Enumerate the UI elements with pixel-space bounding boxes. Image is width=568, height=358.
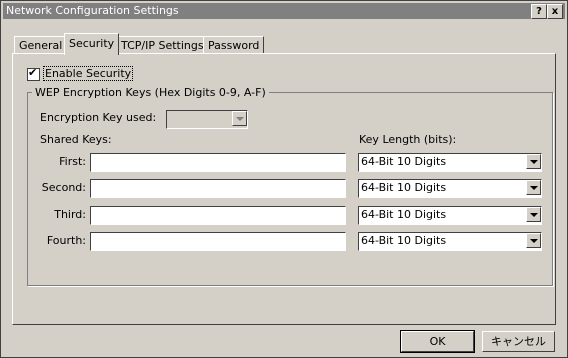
encryption-key-used-label: Encryption Key used:: [40, 111, 157, 124]
chevron-down-icon: [530, 160, 538, 164]
wep-keys-group-title: WEP Encryption Keys (Hex Digits 0-9, A-F…: [32, 86, 269, 99]
close-button[interactable]: x: [547, 4, 563, 19]
encryption-key-dropdown-button: [232, 111, 247, 126]
first-key-length-value: 64-Bit 10 Digits: [361, 155, 447, 168]
fourth-key-length-dropdown-button[interactable]: [526, 233, 541, 248]
fourth-key-input[interactable]: [91, 233, 345, 250]
first-key-length-dropdown-button[interactable]: [526, 154, 541, 169]
checkmark-icon: ✔: [28, 66, 38, 79]
second-key-field[interactable]: [90, 179, 346, 198]
third-key-length-value: 64-Bit 10 Digits: [361, 208, 447, 221]
encryption-key-used-select: [166, 110, 248, 129]
tab-general[interactable]: General: [14, 36, 68, 54]
third-key-length-dropdown-button[interactable]: [526, 207, 541, 222]
title-bar[interactable]: Network Configuration Settings ? x: [3, 3, 565, 19]
cancel-button[interactable]: キャンセル: [482, 331, 555, 352]
tab-security[interactable]: Security: [64, 33, 120, 55]
first-key-field[interactable]: [90, 153, 346, 172]
second-key-length-select[interactable]: 64-Bit 10 Digits: [358, 179, 542, 198]
third-key-length-select[interactable]: 64-Bit 10 Digits: [358, 206, 542, 225]
ok-button[interactable]: OK: [400, 330, 475, 353]
second-key-input[interactable]: [91, 180, 345, 197]
fourth-key-label: Fourth:: [46, 234, 86, 247]
first-key-input[interactable]: [91, 154, 345, 171]
chevron-down-icon: [530, 186, 538, 190]
third-key-field[interactable]: [90, 206, 346, 225]
chevron-down-icon: [530, 213, 538, 217]
tab-tcpip-settings[interactable]: TCP/IP Settings: [116, 36, 209, 54]
help-button[interactable]: ?: [531, 4, 547, 19]
third-key-label: Third:: [54, 208, 86, 221]
chevron-down-icon: [530, 239, 538, 243]
second-key-length-value: 64-Bit 10 Digits: [361, 181, 447, 194]
tab-password[interactable]: Password: [203, 36, 265, 54]
third-key-input[interactable]: [91, 207, 345, 224]
first-key-label: First:: [59, 155, 86, 168]
second-key-label: Second:: [41, 181, 86, 194]
first-key-length-select[interactable]: 64-Bit 10 Digits: [358, 153, 542, 172]
fourth-key-field[interactable]: [90, 232, 346, 251]
enable-security-label[interactable]: Enable Security: [43, 66, 134, 81]
key-length-label: Key Length (bits):: [359, 133, 457, 146]
chevron-down-icon: [236, 117, 244, 121]
fourth-key-length-select[interactable]: 64-Bit 10 Digits: [358, 232, 542, 251]
shared-keys-label: Shared Keys:: [40, 133, 112, 146]
second-key-length-dropdown-button[interactable]: [526, 180, 541, 195]
fourth-key-length-value: 64-Bit 10 Digits: [361, 234, 447, 247]
enable-security-checkbox[interactable]: ✔: [27, 66, 40, 81]
window-title: Network Configuration Settings: [6, 4, 179, 17]
